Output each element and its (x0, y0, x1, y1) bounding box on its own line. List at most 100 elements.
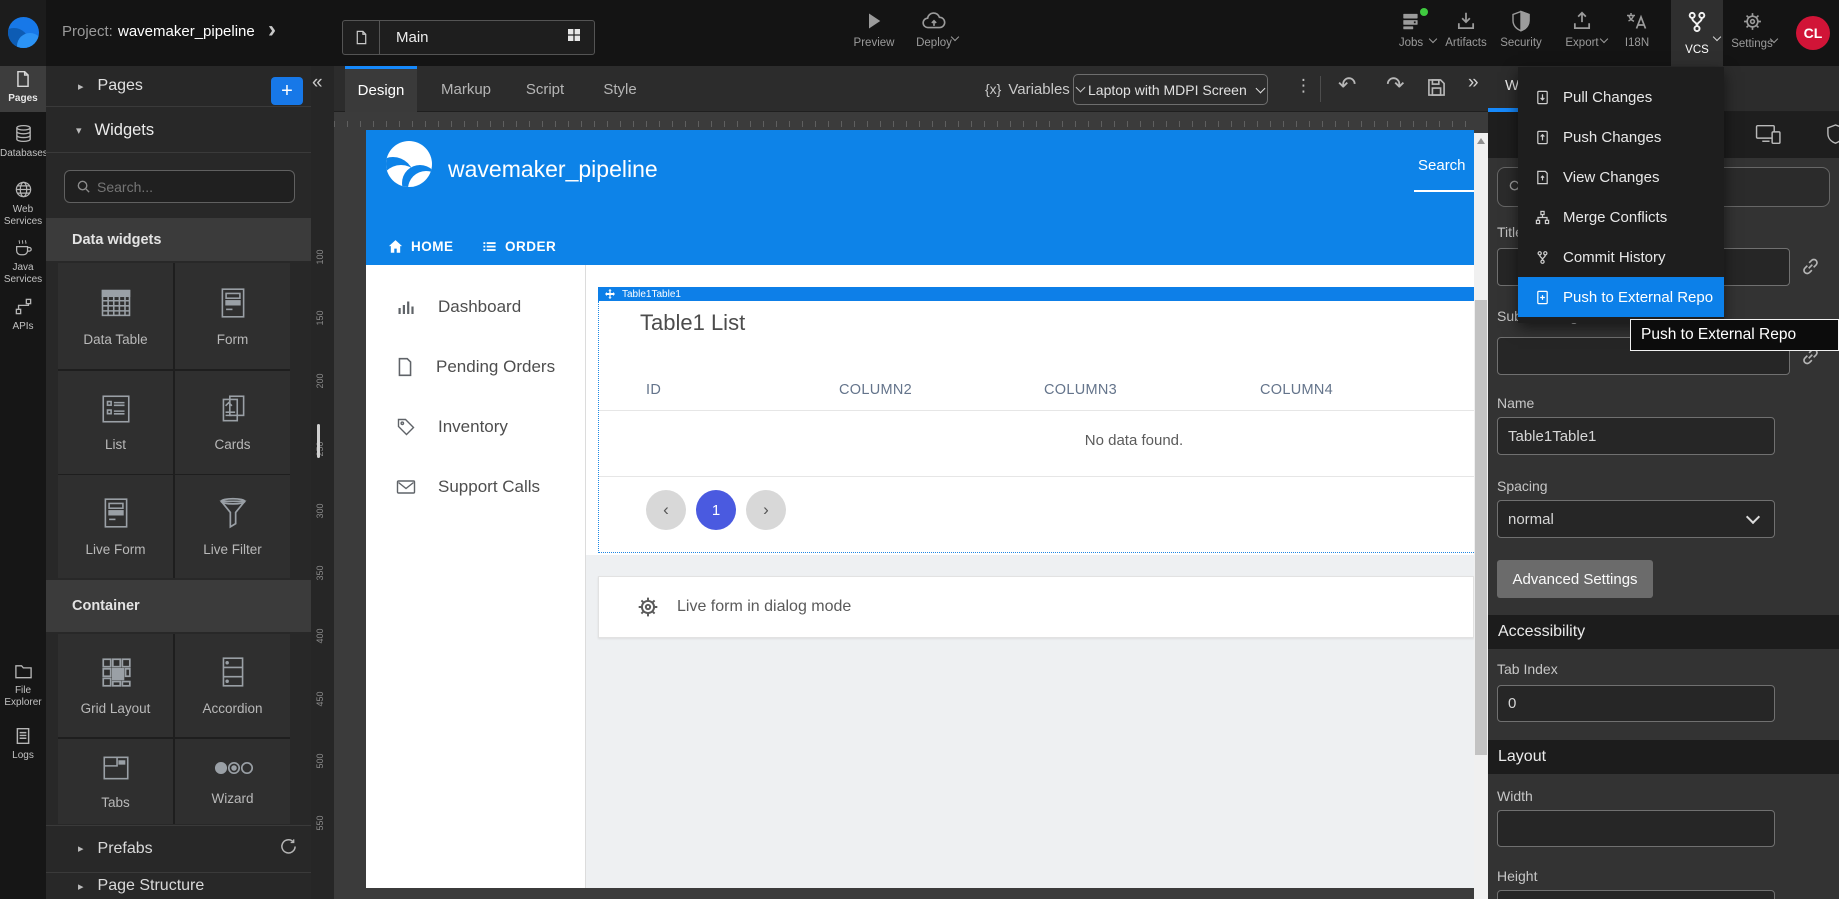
toolbar-divider (1320, 76, 1321, 102)
pages-section-label: Pages (98, 77, 143, 95)
advanced-settings-button[interactable]: Advanced Settings (1497, 560, 1653, 598)
widget-tile-list[interactable]: List (58, 371, 173, 474)
menu-item-push-changes[interactable]: Push Changes (1518, 117, 1724, 157)
rail-item-pages[interactable]: Pages (0, 70, 46, 105)
deploy-button[interactable]: Deploy (910, 10, 958, 58)
page-tab[interactable]: Main (342, 20, 595, 55)
settings-button[interactable]: Settings (1727, 10, 1777, 58)
widget-tile-data-table[interactable]: Data Table (58, 263, 173, 369)
side-nav-item-dashboard[interactable]: Dashboard (396, 294, 521, 320)
bind-link-icon[interactable] (1800, 256, 1821, 282)
page-structure-section-row[interactable]: ▸ Page Structure (46, 872, 311, 899)
widget-tile-form[interactable]: Form (175, 263, 290, 369)
collapse-panel-icon[interactable]: « (312, 72, 323, 94)
table-column-header[interactable]: COLUMN3 (1044, 382, 1117, 398)
export-button[interactable]: Export (1557, 10, 1607, 58)
widget-tile-wizard[interactable]: Wizard (175, 739, 290, 824)
security-button[interactable]: Security (1496, 10, 1546, 58)
widget-tile-grid-layout[interactable]: Grid Layout (58, 634, 173, 737)
name-input[interactable] (1497, 417, 1775, 455)
widget-search-input[interactable] (64, 170, 295, 203)
refresh-icon[interactable] (280, 838, 297, 860)
add-page-button[interactable]: + (271, 77, 303, 105)
widget-tile-accordion[interactable]: Accordion (175, 634, 290, 737)
menu-item-pull-changes[interactable]: Pull Changes (1518, 77, 1724, 117)
accessibility-section-header[interactable]: Accessibility (1488, 615, 1839, 649)
prefabs-label: Prefabs (98, 840, 153, 858)
table-column-header[interactable]: COLUMN4 (1260, 382, 1333, 398)
redo-icon[interactable]: ↷ (1386, 72, 1404, 98)
widget-tile-cards[interactable]: Cards (175, 371, 290, 474)
rail-item-java-services[interactable]: Java Services (0, 238, 46, 286)
side-nav-item-support-calls[interactable]: Support Calls (396, 474, 540, 500)
vcs-label: VCS (1671, 44, 1723, 56)
page-file-icon (343, 21, 380, 54)
jobs-button[interactable]: Jobs (1386, 10, 1436, 58)
side-nav-item-inventory[interactable]: Inventory (396, 414, 508, 440)
tab-style[interactable]: Style (588, 66, 652, 112)
page-structure-label: Page Structure (98, 877, 205, 895)
undo-icon[interactable]: ↶ (1338, 72, 1356, 98)
grid-icon[interactable] (566, 27, 582, 48)
rail-label: Services (0, 274, 46, 286)
i18n-button[interactable]: I18N (1612, 10, 1662, 58)
pagination-prev-button[interactable]: ‹ (646, 490, 686, 530)
shield-outline-icon[interactable] (1826, 123, 1839, 150)
tab-markup[interactable]: Markup (430, 66, 502, 112)
tab-script[interactable]: Script (512, 66, 578, 112)
menu-item-view-changes[interactable]: View Changes (1518, 157, 1724, 197)
widgets-section-label: Widgets (95, 121, 155, 140)
scrollbar-up-arrow[interactable] (1477, 138, 1485, 144)
rail-item-apis[interactable]: APIs (0, 297, 46, 333)
menu-item-label: View Changes (1563, 169, 1659, 186)
live-form-dialog-bar[interactable]: Live form in dialog mode (598, 576, 1474, 638)
preview-button[interactable]: Preview (852, 10, 896, 58)
rail-item-file-explorer[interactable]: File Explorer (0, 662, 46, 709)
widget-tile-tabs[interactable]: Tabs (58, 739, 173, 824)
prefabs-section-row[interactable]: ▸ Prefabs (46, 825, 311, 871)
layout-section-header[interactable]: Layout (1488, 740, 1839, 774)
security-label: Security (1496, 37, 1546, 49)
height-label: Height (1497, 868, 1537, 884)
scrollbar-thumb[interactable] (1475, 300, 1487, 755)
widgets-section-row[interactable]: ▾ Widgets (46, 108, 311, 153)
gutter-scrollbar-thumb[interactable] (317, 424, 320, 458)
menu-item-commit-history[interactable]: Commit History (1518, 237, 1724, 277)
device-select[interactable]: Laptop with MDPI Screen (1073, 74, 1268, 105)
rail-item-web-services[interactable]: Web Services (0, 180, 46, 228)
pagination-page-1[interactable]: 1 (696, 490, 736, 530)
variables-dropdown[interactable]: {x} Variables (985, 66, 1084, 112)
expand-panel-icon[interactable]: » (1468, 72, 1479, 94)
artifacts-button[interactable]: Artifacts (1441, 10, 1491, 58)
table-column-header[interactable]: ID (646, 382, 661, 398)
kebab-menu-icon[interactable]: ⋮ (1295, 76, 1312, 96)
wavemaker-logo-icon[interactable] (8, 17, 39, 48)
app-nav-order[interactable]: ORDER (482, 236, 556, 256)
menu-item-merge-conflicts[interactable]: Merge Conflicts (1518, 197, 1724, 237)
menu-item-push-to-external-repo[interactable]: Push to External Repo (1518, 277, 1724, 317)
avatar[interactable]: CL (1796, 16, 1830, 50)
widget-tile-live-form[interactable]: Live Form (58, 475, 173, 578)
width-input[interactable] (1497, 810, 1775, 847)
home-icon (388, 239, 403, 254)
pagination-next-button[interactable]: › (746, 490, 786, 530)
play-icon (852, 10, 896, 37)
save-icon[interactable] (1426, 77, 1447, 103)
side-nav-item-pending-orders[interactable]: Pending Orders (396, 354, 555, 380)
tabindex-input[interactable] (1497, 685, 1775, 722)
rail-item-logs[interactable]: Logs (0, 727, 46, 762)
height-input[interactable] (1497, 890, 1775, 899)
widget-selection-tag[interactable]: Table1Table1 (598, 287, 1474, 301)
devices-icon[interactable] (1755, 123, 1782, 151)
rail-item-databases[interactable]: Databases (0, 124, 46, 160)
vcs-button[interactable]: VCS (1671, 0, 1723, 66)
app-search-link[interactable]: Search (1418, 157, 1466, 174)
settings-label: Settings (1727, 38, 1777, 50)
widget-tile-live-filter[interactable]: Live Filter (175, 475, 290, 578)
rail-label: Databases (0, 148, 46, 160)
tab-design[interactable]: Design (345, 66, 417, 112)
app-nav-home[interactable]: HOME (388, 236, 454, 256)
spacing-select[interactable]: normal (1497, 500, 1775, 538)
table-column-header[interactable]: COLUMN2 (839, 382, 912, 398)
artifacts-label: Artifacts (1441, 37, 1491, 49)
